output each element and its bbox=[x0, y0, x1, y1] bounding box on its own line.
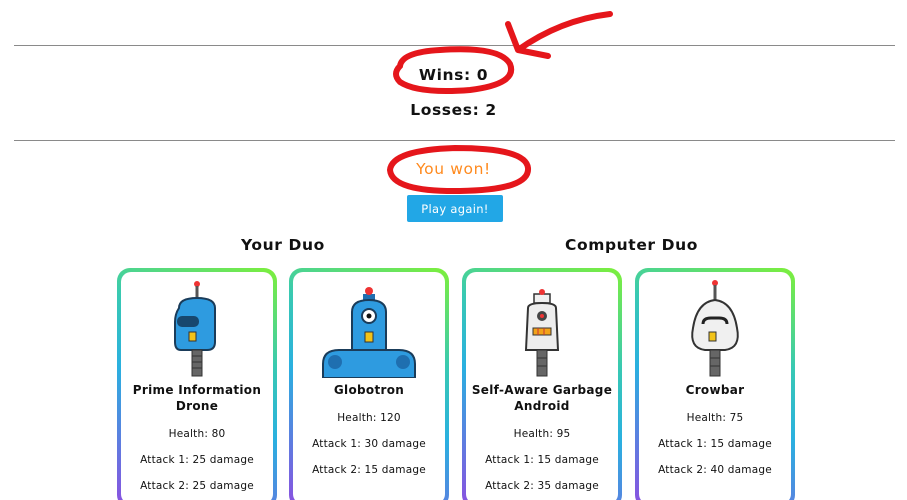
annotation-circle-result bbox=[386, 144, 531, 195]
red-annotation-overlay bbox=[386, 11, 613, 195]
annotation-circle-wins bbox=[393, 46, 515, 94]
annotation-arrow-icon bbox=[505, 11, 613, 59]
